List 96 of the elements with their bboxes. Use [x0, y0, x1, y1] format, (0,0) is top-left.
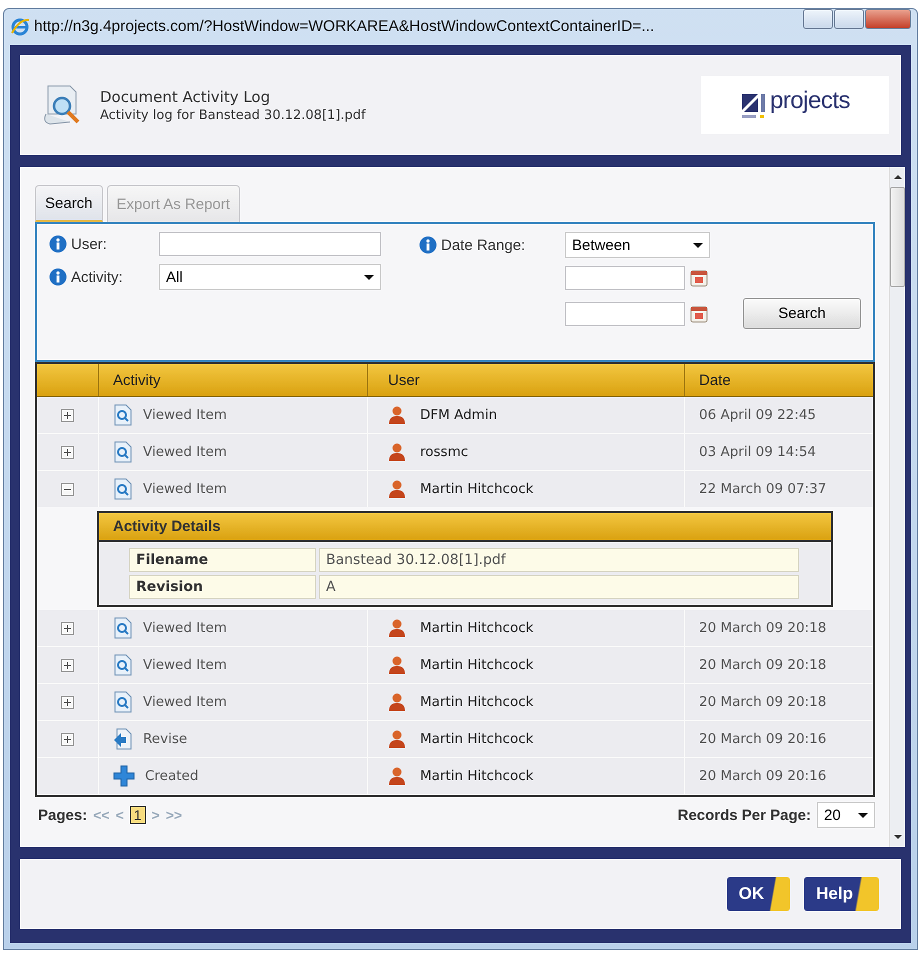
table-cell: 20 March 09 20:16	[699, 768, 826, 784]
field-label: Date Range:	[441, 236, 526, 254]
records-per-page-label: Records Per Page:	[678, 806, 811, 824]
table-cell: Viewed Item	[143, 657, 227, 673]
window-title: http://n3g.4projects.com/?HostWindow=WORKAREA&HostWindowContextContainerID=...	[34, 18, 656, 36]
details-title: Activity Details	[99, 513, 831, 542]
table-cell: Viewed Item	[143, 444, 227, 460]
table-cell: Martin Hitchcock	[420, 768, 534, 784]
table-cell: 20 March 09 20:18	[699, 657, 826, 673]
help-button[interactable]: Help	[804, 877, 879, 911]
table-cell: 20 March 09 20:18	[699, 620, 826, 636]
minimize-button[interactable]	[803, 9, 833, 29]
table-row[interactable]: Viewed Item DFM Admin 06 April 09 22:45	[37, 397, 873, 434]
table-cell: Viewed Item	[143, 481, 227, 497]
table-cell: DFM Admin	[420, 407, 498, 423]
person-icon	[388, 692, 406, 712]
info-icon	[49, 235, 67, 253]
page-link[interactable]: 1	[130, 806, 146, 824]
expand-toggle-icon[interactable]	[61, 408, 74, 422]
column-header: Activity	[99, 364, 368, 396]
detail-label: Filename	[129, 548, 316, 572]
table-row[interactable]: Viewed Item Martin Hitchcock 20 March 09 20:18	[37, 684, 873, 721]
field-label: Activity:	[71, 268, 123, 286]
info-icon	[419, 236, 437, 254]
activity-dropdown[interactable]: All	[159, 264, 381, 290]
calendar-icon[interactable]	[689, 268, 709, 288]
table-cell: Martin Hitchcock	[420, 694, 534, 710]
document-magnifier-icon	[113, 617, 133, 639]
plus-icon	[113, 765, 135, 787]
table-row[interactable]: Viewed Item rossmc 03 April 09 14:54	[37, 434, 873, 471]
expand-toggle-icon[interactable]	[61, 732, 74, 746]
table-cell: rossmc	[420, 444, 468, 460]
person-icon	[388, 479, 406, 499]
dialog-subtitle: Activity log for Banstead 30.12.08[1].pdf	[100, 108, 367, 122]
person-icon	[388, 655, 406, 675]
document-magnifier-icon	[113, 404, 133, 426]
expand-toggle-icon[interactable]	[61, 622, 74, 634]
table-cell: 03 April 09 14:54	[699, 444, 816, 460]
info-icon	[49, 268, 67, 286]
logo-text: projects	[770, 87, 850, 115]
expand-toggle-icon[interactable]	[61, 446, 74, 458]
table-row[interactable]: Viewed Item Martin Hitchcock 22 March 09 07:37	[37, 471, 873, 508]
table-cell: 20 March 09 20:18	[699, 694, 826, 710]
table-cell: Created	[145, 768, 198, 784]
column-header: User	[368, 364, 685, 396]
person-icon	[388, 405, 406, 425]
table-cell: 06 April 09 22:45	[699, 407, 816, 423]
person-icon	[388, 766, 406, 786]
ok-button[interactable]: OK	[726, 877, 790, 911]
detail-value: A	[319, 575, 799, 599]
document-magnifier-icon	[113, 478, 133, 500]
table-cell: 20 March 09 20:16	[699, 731, 826, 747]
table-row[interactable]: Viewed Item Martin Hitchcock 20 March 09 20:18	[37, 647, 873, 684]
tab[interactable]: Search	[35, 185, 103, 222]
records-per-page-dropdown[interactable]: 20	[817, 802, 875, 828]
scrollbar[interactable]	[889, 167, 905, 847]
search-button[interactable]: Search	[743, 298, 861, 329]
document-magnifier-icon	[113, 441, 133, 463]
table-cell: Martin Hitchcock	[420, 481, 534, 497]
maximize-button[interactable]	[834, 9, 864, 29]
scroll-up-arrow-icon[interactable]	[894, 175, 902, 179]
document-arrow-icon	[113, 728, 133, 750]
person-icon	[388, 442, 406, 462]
date-field[interactable]	[565, 302, 685, 326]
table-cell: Revise	[143, 731, 188, 747]
table-row[interactable]: Viewed Item Martin Hitchcock 20 March 09 20:18	[37, 610, 873, 647]
document-magnifier-icon	[113, 654, 133, 676]
table-cell: Viewed Item	[143, 694, 227, 710]
table-cell: 22 March 09 07:37	[699, 481, 826, 497]
close-button[interactable]	[865, 9, 911, 29]
date-field[interactable]	[565, 266, 685, 290]
table-cell: Viewed Item	[143, 407, 227, 423]
person-icon	[388, 618, 406, 638]
document-magnifier-icon	[113, 691, 133, 713]
scroll-down-arrow-icon[interactable]	[894, 835, 902, 839]
column-header: Date	[698, 370, 732, 390]
detail-value: Banstead 30.12.08[1].pdf	[319, 548, 799, 572]
expand-toggle-icon[interactable]	[61, 696, 74, 708]
user-field[interactable]	[159, 232, 381, 256]
table-row[interactable]: Revise Martin Hitchcock 20 March 09 20:16	[37, 721, 873, 758]
table-cell: Martin Hitchcock	[420, 657, 534, 673]
browser-icon	[10, 17, 30, 37]
date-range-dropdown[interactable]: Between	[565, 232, 710, 258]
table-row[interactable]: Created Martin Hitchcock 20 March 09 20:16	[37, 758, 873, 795]
dialog-title: Document Activity Log	[100, 88, 272, 106]
scrollbar-thumb[interactable]	[890, 187, 905, 287]
pages-label: Pages:	[38, 806, 88, 824]
expand-toggle-icon[interactable]	[61, 658, 74, 672]
table-cell: Martin Hitchcock	[420, 731, 534, 747]
person-icon	[388, 729, 406, 749]
collapse-toggle-icon[interactable]	[61, 482, 74, 496]
calendar-icon[interactable]	[689, 304, 709, 324]
table-cell: Martin Hitchcock	[420, 620, 534, 636]
table-cell: Viewed Item	[143, 620, 227, 636]
field-label: User:	[71, 236, 107, 252]
detail-label: Revision	[129, 575, 316, 599]
